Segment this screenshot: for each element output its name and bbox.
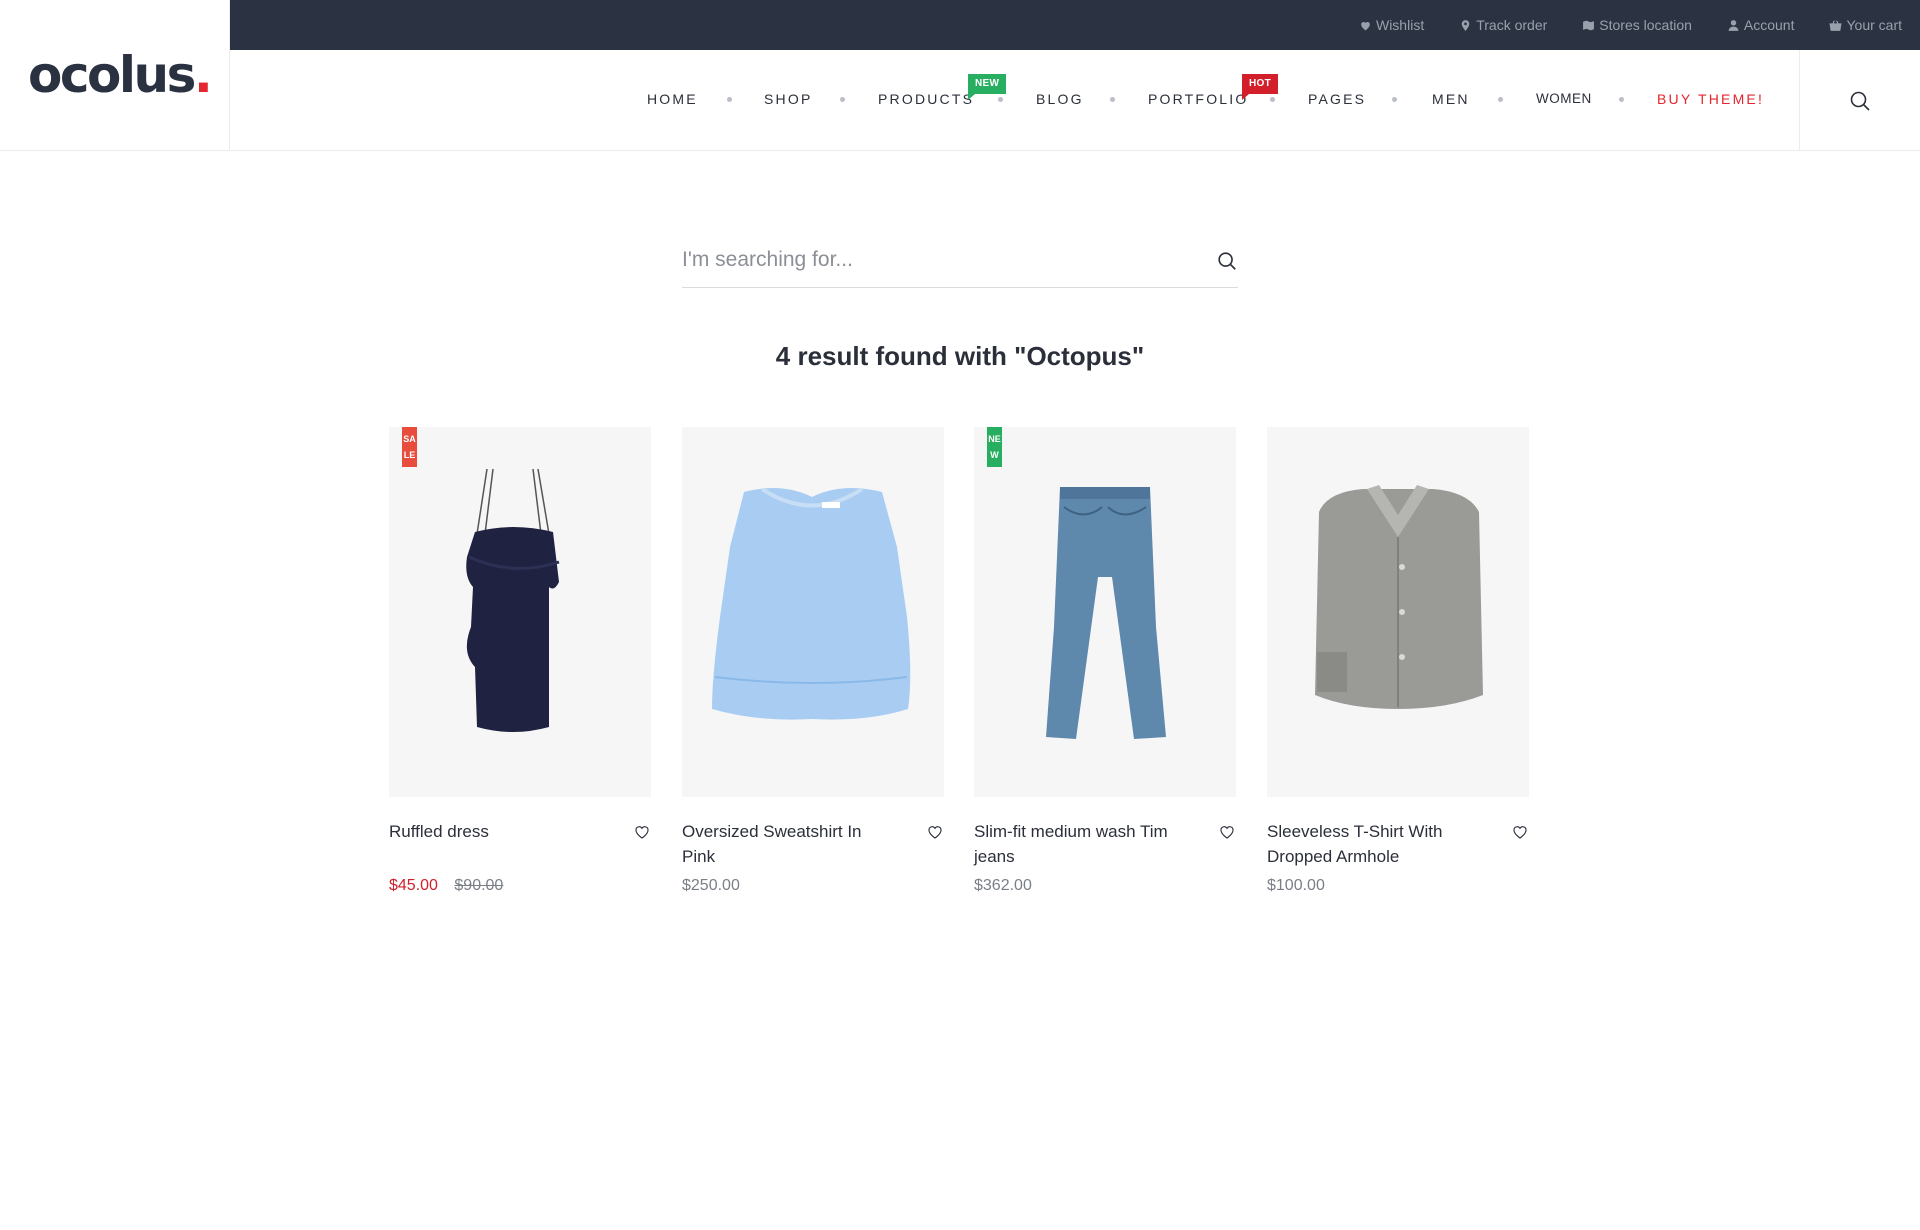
logo[interactable]: ocolus. bbox=[28, 46, 213, 104]
heart-icon[interactable] bbox=[1511, 823, 1529, 841]
price-block: $100.00 bbox=[1267, 877, 1529, 895]
account-label: Account bbox=[1743, 17, 1795, 33]
stores-location-label: Stores location bbox=[1599, 17, 1692, 33]
nav-men[interactable]: MEN bbox=[1432, 91, 1470, 107]
product-image[interactable] bbox=[682, 427, 944, 797]
nav-shop[interactable]: SHOP bbox=[764, 91, 812, 107]
nav-pages[interactable]: PAGES bbox=[1308, 91, 1366, 107]
logo-text: ocolus bbox=[28, 46, 196, 104]
nav-separator bbox=[1270, 97, 1275, 102]
heart-icon[interactable] bbox=[633, 823, 651, 841]
shirt-image bbox=[1315, 485, 1483, 709]
nav-separator bbox=[840, 97, 845, 102]
nav-women[interactable]: WOMEN bbox=[1536, 91, 1592, 106]
product-card: Sleeveless T-Shirt With Dropped Armhole … bbox=[1267, 427, 1529, 895]
map-icon bbox=[1583, 20, 1595, 30]
nav-separator bbox=[1619, 97, 1624, 102]
search-icon bbox=[1850, 91, 1870, 111]
product-image[interactable]: NEW bbox=[974, 427, 1236, 797]
new-ribbon: NEW bbox=[987, 427, 1002, 467]
search-input[interactable] bbox=[682, 242, 1192, 278]
wishlist-label: Wishlist bbox=[1375, 17, 1425, 33]
nav-buy-theme[interactable]: BUY THEME! bbox=[1657, 91, 1764, 107]
nav-separator bbox=[1110, 97, 1115, 102]
jeans-image bbox=[1046, 487, 1166, 739]
search-submit-icon[interactable] bbox=[1216, 250, 1238, 272]
dress-image bbox=[466, 468, 560, 732]
sale-ribbon: SALE bbox=[402, 427, 417, 467]
product-card: SALE Ruffled dress $45.00 $90.00 bbox=[389, 427, 651, 895]
sale-price: $45.00 bbox=[389, 877, 438, 894]
cart-link[interactable]: Your cart bbox=[1829, 17, 1902, 33]
track-order-link[interactable]: Track order bbox=[1459, 17, 1547, 33]
nav-products[interactable]: PRODUCTS bbox=[878, 91, 974, 107]
track-order-label: Track order bbox=[1476, 17, 1548, 33]
product-name[interactable]: Slim-fit medium wash Tim jeans bbox=[974, 819, 1184, 869]
heart-icon bbox=[1361, 21, 1370, 30]
wishlist-link[interactable]: Wishlist bbox=[1359, 17, 1424, 33]
price: $362.00 bbox=[974, 877, 1032, 894]
logo-dot: . bbox=[193, 46, 213, 104]
top-bar: Wishlist Track order Stores location Acc… bbox=[230, 0, 1920, 50]
hot-badge: HOT bbox=[1242, 74, 1279, 100]
price: $100.00 bbox=[1267, 877, 1325, 894]
heart-icon[interactable] bbox=[926, 823, 944, 841]
nav-separator bbox=[998, 97, 1003, 102]
product-card: Oversized Sweatshirt In Pink $250.00 bbox=[682, 427, 944, 895]
product-name[interactable]: Ruffled dress bbox=[389, 819, 599, 869]
product-image[interactable] bbox=[1267, 427, 1529, 797]
new-badge: NEW bbox=[968, 74, 1007, 100]
price-block: $45.00 $90.00 bbox=[389, 877, 651, 895]
basket-icon bbox=[1829, 19, 1843, 31]
product-image[interactable]: SALE bbox=[389, 427, 651, 797]
top-image bbox=[712, 487, 911, 720]
map-pin-icon bbox=[1461, 19, 1470, 31]
heart-icon[interactable] bbox=[1218, 823, 1236, 841]
price-block: $250.00 bbox=[682, 877, 944, 895]
logo-area: ocolus. bbox=[0, 0, 230, 151]
nav-separator bbox=[727, 97, 732, 102]
account-link[interactable]: Account bbox=[1727, 17, 1795, 33]
user-icon bbox=[1728, 19, 1739, 31]
header-search-button[interactable] bbox=[1799, 50, 1920, 151]
stores-location-link[interactable]: Stores location bbox=[1582, 17, 1692, 33]
cart-label: Your cart bbox=[1846, 17, 1902, 33]
nav-home[interactable]: HOME bbox=[647, 91, 698, 107]
results-title: 4 result found with "Octopus" bbox=[775, 341, 1145, 371]
main-nav: HOME SHOP PRODUCTS NEW BLOG PORTFOLIO HO… bbox=[230, 50, 1920, 151]
nav-separator bbox=[1498, 97, 1503, 102]
nav-separator bbox=[1392, 97, 1397, 102]
price: $250.00 bbox=[682, 877, 740, 894]
product-card: NEW Slim-fit medium wash Tim jeans $362.… bbox=[974, 427, 1236, 895]
search-form bbox=[682, 242, 1238, 288]
product-name[interactable]: Sleeveless T-Shirt With Dropped Armhole bbox=[1267, 819, 1477, 869]
old-price: $90.00 bbox=[454, 877, 504, 894]
nav-blog[interactable]: BLOG bbox=[1036, 91, 1084, 107]
product-name[interactable]: Oversized Sweatshirt In Pink bbox=[682, 819, 892, 869]
price-block: $362.00 bbox=[974, 877, 1236, 895]
nav-portfolio[interactable]: PORTFOLIO bbox=[1148, 91, 1248, 107]
